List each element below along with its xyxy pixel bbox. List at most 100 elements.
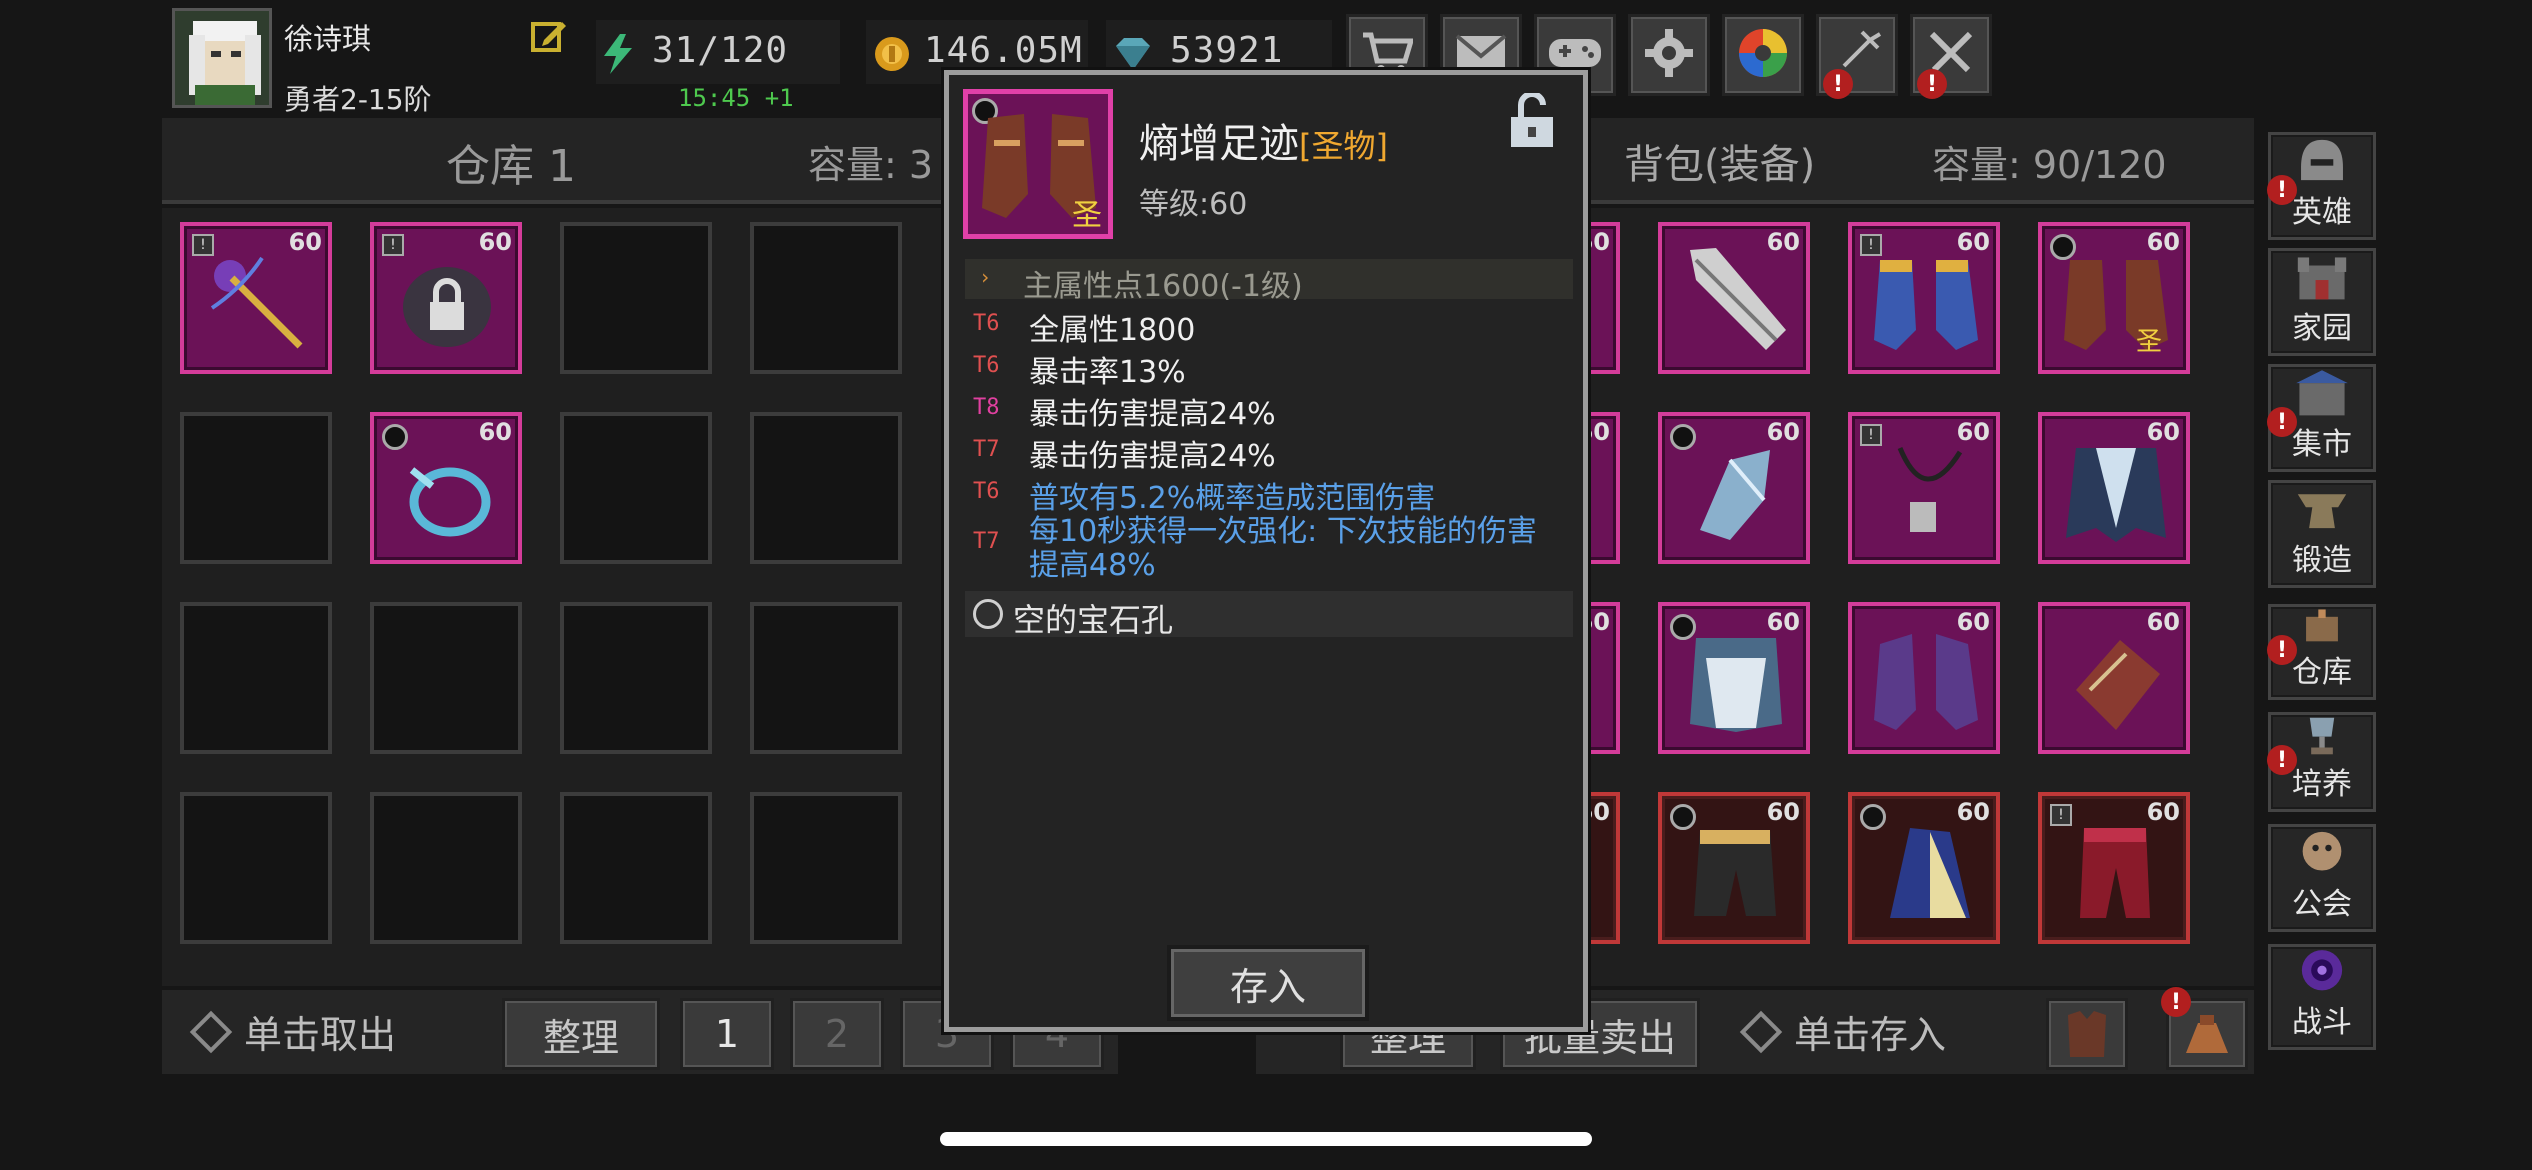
warehouse-slot-15[interactable] [560, 792, 712, 944]
energy-timer: 15:45 +1 [678, 84, 794, 112]
warehouse-slot-10[interactable] [370, 602, 522, 754]
affix-text: 普攻有5.2%概率造成范围伤害 [1029, 481, 1436, 516]
battle-button[interactable]: ! [1910, 14, 1992, 99]
locked-orb-icon [403, 267, 491, 347]
affix-row-5: T6 普攻有5.2%概率造成范围伤害 [973, 473, 1435, 517]
nav-battle[interactable]: 战斗 [2268, 944, 2376, 1050]
backpack-slot-7[interactable]: ! 60 [1848, 412, 2000, 564]
backpack-slot-4[interactable]: 60 圣 [2038, 222, 2190, 374]
warehouse-capacity: 容量: 3 [808, 143, 934, 187]
warehouse-slot-9[interactable] [180, 602, 332, 754]
blue-boots-icon [1874, 260, 1978, 350]
nav-home[interactable]: 家园 [2268, 248, 2376, 356]
greatsword-icon [1690, 248, 1786, 350]
edit-name-icon[interactable] [530, 18, 568, 56]
nav-label: 仓库 [2292, 655, 2352, 690]
svg-text:圣: 圣 [2136, 327, 2162, 357]
warehouse-sort-button[interactable]: 整理 [502, 998, 660, 1070]
market-alert-badge: ! [2267, 407, 2297, 437]
warehouse-slot-11[interactable] [560, 602, 712, 754]
affix-row-3: T8 暴击伤害提高24% [973, 389, 1276, 433]
warehouse-page-1[interactable]: 1 [680, 998, 774, 1070]
player-rank: 勇者2-15阶 [284, 83, 432, 116]
warehouse-slot-16[interactable] [750, 792, 902, 944]
backpack-slot-11[interactable]: 60 [1848, 602, 2000, 754]
amulet-icon [1897, 447, 1963, 532]
main-stat-row: › 主属性点1600(-1级) [965, 259, 1573, 304]
warehouse-slot-7[interactable] [560, 412, 712, 564]
affix-text: 暴击伤害提高24% [1029, 439, 1276, 474]
lightning-icon [600, 34, 636, 78]
nav-label: 培养 [2292, 767, 2352, 802]
affix-tier: T8 [973, 395, 1000, 420]
nav-forge[interactable]: 锻造 [2268, 480, 2376, 588]
affix-text: 全属性1800 [1029, 313, 1196, 348]
ice-robe-icon [2066, 448, 2166, 542]
blue-ring-icon [409, 467, 491, 537]
color-wheel-button[interactable] [1722, 14, 1804, 96]
backpack-capacity: 容量: 90/120 [1932, 143, 2167, 187]
warehouse-alert-badge: ! [2267, 635, 2297, 665]
backpack-slot-12[interactable]: 60 [2038, 602, 2190, 754]
backpack-slot-15[interactable]: 60 [1848, 792, 2000, 944]
battle-alert-badge: ! [1917, 69, 1947, 99]
market-icon [2296, 370, 2348, 416]
store-hint[interactable]: 单击存入 [1739, 1004, 1947, 1059]
warehouse-slot-2[interactable]: ! 60 [370, 222, 522, 374]
gear-icon [1644, 28, 1694, 82]
bag-button[interactable]: ! [2161, 987, 2248, 1070]
take-out-label: 单击取出 [244, 1013, 397, 1057]
affix-text: 每10秒获得一次强化: 下次技能的伤害提高48% [1029, 514, 1537, 583]
unlock-icon[interactable] [1509, 91, 1555, 153]
backpack-slot-10[interactable]: 60 [1658, 602, 1810, 754]
home-indicator[interactable] [940, 1132, 1592, 1146]
warehouse-icon [2306, 609, 2338, 642]
store-hint-label: 单击存入 [1794, 1013, 1947, 1057]
fireworks-alert-badge: ! [1823, 69, 1853, 99]
warehouse-slot-3[interactable] [560, 222, 712, 374]
gem-socket-row: 空的宝石孔 [965, 591, 1573, 639]
purple-staff-icon [210, 256, 303, 349]
backpack-slot-14[interactable]: 60 [1658, 792, 1810, 944]
nav-label: 战斗 [2292, 1005, 2352, 1040]
item-name-text: 熵增足迹 [1139, 121, 1299, 167]
armor-filter-button[interactable] [2046, 998, 2128, 1070]
warehouse-slot-5[interactable] [180, 412, 332, 564]
backpack-slot-16[interactable]: ! 60 [2038, 792, 2190, 944]
warehouse-slot-8[interactable] [750, 412, 902, 564]
affix-row-2: T6 暴击率13% [973, 347, 1186, 391]
item-level: 等级:60 [1139, 187, 1248, 222]
warehouse-slot-6[interactable]: 60 [370, 412, 522, 564]
warehouse-slot-4[interactable] [750, 222, 902, 374]
affix-tier: T7 [973, 437, 1000, 462]
player-avatar[interactable] [172, 8, 272, 108]
nav-guild[interactable]: 公会 [2268, 824, 2376, 932]
fireworks-button[interactable]: ! [1816, 14, 1898, 99]
gold-value: 146.05M [924, 30, 1083, 71]
gold-coin-icon [872, 34, 912, 78]
nav-market[interactable]: 集市 ! [2267, 364, 2376, 472]
hero-alert-badge: ! [2267, 175, 2297, 205]
take-out-hint[interactable]: 单击取出 [189, 1004, 397, 1059]
backpack-slot-2[interactable]: 60 [1658, 222, 1810, 374]
nav-train[interactable]: 培养 ! [2267, 712, 2376, 812]
backpack-slot-3[interactable]: ! 60 [1848, 222, 2000, 374]
nav-warehouse[interactable]: 仓库 ! [2267, 604, 2376, 700]
warehouse-title: 仓库 1 [446, 141, 576, 192]
affix-row-6: T7 每10秒获得一次强化: 下次技能的伤害提高48% [973, 515, 1563, 583]
warehouse-slot-14[interactable] [370, 792, 522, 944]
affix-tier: T6 [973, 479, 1000, 504]
backpack-slot-8[interactable]: 60 [2038, 412, 2190, 564]
warehouse-slot-1[interactable]: ! 60 [180, 222, 332, 374]
affix-tier: T6 [973, 353, 1000, 378]
bag-alert-badge: ! [2161, 987, 2191, 1017]
settings-button[interactable] [1628, 14, 1710, 96]
warehouse-slot-13[interactable] [180, 792, 332, 944]
warehouse-page-2[interactable]: 2 [790, 998, 884, 1070]
helmet-icon [2301, 139, 2343, 181]
backpack-slot-6[interactable]: 60 [1658, 412, 1810, 564]
store-button[interactable]: 存入 [1167, 945, 1369, 1021]
warehouse-slot-12[interactable] [750, 602, 902, 754]
energy-value: 31/120 [652, 30, 789, 71]
nav-hero[interactable]: 英雄 ! [2267, 132, 2376, 240]
